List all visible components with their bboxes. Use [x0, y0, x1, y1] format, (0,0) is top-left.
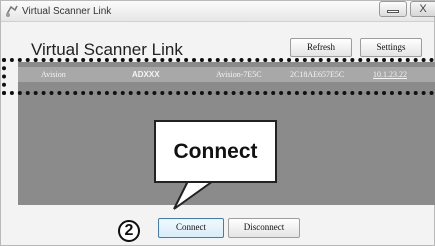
step-number-badge: 2 — [118, 220, 140, 242]
connect-button[interactable]: Connect — [158, 218, 224, 238]
minimize-button[interactable] — [379, 1, 407, 17]
minimize-icon — [387, 10, 399, 13]
scanner-link-icon — [6, 5, 18, 17]
window-title: Virtual Scanner Link — [22, 6, 112, 17]
close-button[interactable]: X — [410, 1, 435, 17]
disconnect-button[interactable]: Disconnect — [228, 218, 300, 238]
title-bar: Virtual Scanner Link X — [1, 1, 435, 22]
settings-button[interactable]: Settings — [360, 38, 422, 57]
refresh-button[interactable]: Refresh — [290, 38, 352, 57]
selection-highlight-box — [2, 58, 435, 95]
page-title: Virtual Scanner Link — [31, 40, 183, 59]
callout-text: Connect — [173, 140, 258, 163]
connect-callout: Connect — [154, 120, 277, 183]
app-window: Virtual Scanner Link X Virtual Scanner L… — [0, 0, 435, 246]
close-icon: X — [419, 3, 427, 15]
